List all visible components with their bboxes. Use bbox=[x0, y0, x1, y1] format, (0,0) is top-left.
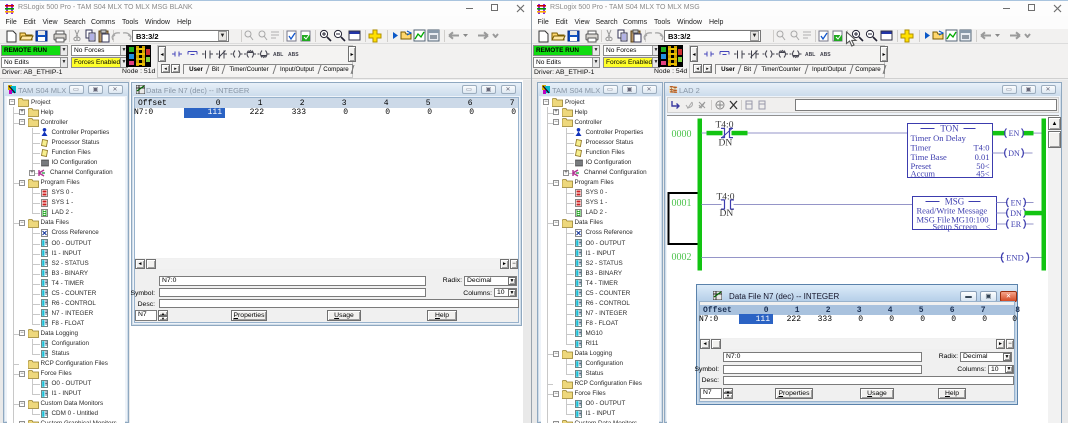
svg-text:EN: EN bbox=[1009, 129, 1020, 138]
svg-text:ER: ER bbox=[1011, 220, 1022, 229]
svg-text:0002: 0002 bbox=[672, 252, 692, 263]
svg-text:END: END bbox=[1006, 253, 1023, 263]
svg-text:ABS: ABS bbox=[820, 52, 831, 58]
svg-text:ABL: ABL bbox=[805, 52, 815, 58]
svg-text:0000: 0000 bbox=[672, 129, 692, 140]
svg-text:EN: EN bbox=[1011, 198, 1022, 207]
svg-text:DN: DN bbox=[720, 209, 734, 219]
svg-text:T4:0: T4:0 bbox=[717, 193, 735, 203]
svg-text:<: < bbox=[986, 221, 991, 231]
svg-text:DN: DN bbox=[1008, 149, 1020, 158]
svg-text:ABS: ABS bbox=[288, 52, 299, 58]
svg-text:45<: 45< bbox=[976, 169, 990, 179]
svg-text:T4:0: T4:0 bbox=[973, 143, 989, 153]
svg-text:0001: 0001 bbox=[672, 198, 692, 209]
svg-text:Setup Screen: Setup Screen bbox=[933, 221, 978, 231]
svg-text:ABL: ABL bbox=[273, 52, 283, 58]
svg-text:DN: DN bbox=[1010, 209, 1022, 218]
svg-text:DN: DN bbox=[719, 139, 733, 149]
svg-text:Accum: Accum bbox=[911, 169, 936, 179]
svg-text:T4:0: T4:0 bbox=[716, 121, 734, 131]
svg-text:TON: TON bbox=[940, 124, 959, 134]
svg-text:Timer: Timer bbox=[911, 143, 932, 153]
svg-text:Timer On Delay: Timer On Delay bbox=[911, 133, 967, 143]
